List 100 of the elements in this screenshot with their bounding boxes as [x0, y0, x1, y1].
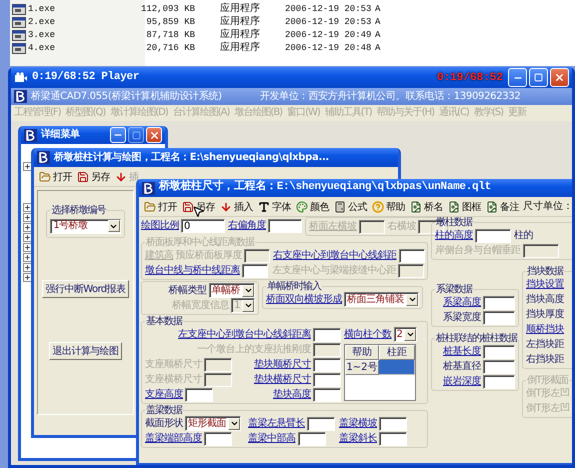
input-field[interactable]: [483, 360, 515, 374]
toolbar-button[interactable]: 图框: [447, 200, 482, 214]
input-field[interactable]: [313, 328, 341, 342]
input-field[interactable]: [298, 432, 326, 446]
input-field[interactable]: [379, 432, 407, 446]
field-link[interactable]: 嵌岩深度: [443, 376, 481, 388]
dropdown[interactable]: 矩形截面: [185, 416, 241, 431]
field-link[interactable]: 顺桥挡块: [526, 324, 564, 336]
field-link[interactable]: 桥面双向横坡形成: [266, 294, 342, 306]
field-link[interactable]: 左支座中心到墩台中心线斜距离: [178, 328, 311, 340]
toolbar-button[interactable]: 插入: [219, 200, 254, 214]
toolbar-button[interactable]: 字体: [257, 200, 292, 214]
caret-icon: [406, 294, 418, 306]
action-button[interactable]: 强行中断Word报表: [42, 280, 130, 298]
input-field[interactable]: [313, 342, 341, 356]
input-field[interactable]: [483, 374, 515, 388]
minimize-button[interactable]: [110, 127, 126, 143]
input-field[interactable]: [244, 248, 270, 262]
dropdown[interactable]: 桥面三角铺装: [344, 292, 419, 307]
input-field[interactable]: 0: [181, 219, 225, 233]
group-title: 基本数据: [145, 316, 183, 327]
input-field[interactable]: [307, 416, 335, 430]
toolbar-button[interactable]: 桥名: [409, 200, 444, 214]
field-link[interactable]: 盖梁左悬臂长: [248, 418, 305, 430]
input-field[interactable]: [483, 310, 515, 324]
input-field[interactable]: [398, 264, 424, 278]
toolbar-button[interactable]: 备注: [485, 200, 520, 214]
file-name[interactable]: 4.exe: [28, 43, 56, 54]
field-label: 左挡块距: [526, 338, 564, 350]
toolbar-button[interactable]: 公式: [333, 200, 368, 214]
file-size: 112,093 KB: [140, 4, 195, 15]
maximize-button[interactable]: [128, 127, 144, 143]
field-link[interactable]: 挡块设置: [526, 278, 564, 290]
column-header[interactable]: 柱距: [379, 345, 415, 360]
input-field[interactable]: [475, 228, 511, 242]
maximize-icon: [132, 130, 140, 140]
field-label: 岸侧台身与台帽垂距: [435, 244, 520, 256]
input-field[interactable]: [185, 388, 213, 402]
file-name[interactable]: 3.exe: [28, 30, 56, 41]
save-icon: [182, 200, 194, 212]
file-name[interactable]: 1.exe: [28, 4, 56, 15]
input-field[interactable]: [204, 372, 232, 386]
field-link[interactable]: 盖梁端部高度: [145, 432, 202, 444]
file-attribute: A: [375, 4, 382, 15]
field-label: 桥幅类型: [168, 284, 206, 296]
field-link[interactable]: 垫块横桥尺寸: [254, 374, 311, 386]
group-title: 桥面板厚和中心线距离数据: [145, 237, 255, 248]
input-field[interactable]: [522, 244, 558, 258]
field-link[interactable]: 桩基长度: [443, 346, 481, 358]
grid-cell[interactable]: [379, 360, 415, 375]
input-field[interactable]: [204, 358, 232, 372]
field-link[interactable]: 绘图比例: [141, 220, 179, 232]
field-link[interactable]: 盖梁横坡: [339, 418, 377, 430]
field-link[interactable]: 盖梁斜长: [339, 432, 377, 444]
close-button[interactable]: [550, 68, 569, 87]
window-title: 详细菜单: [41, 129, 80, 141]
field-link[interactable]: 右偏角度: [228, 220, 266, 232]
field-label: 支座横桥尺寸: [145, 374, 202, 386]
field-label: 倒T形左凹: [526, 388, 570, 400]
dropdown[interactable]: 单幅桥: [208, 283, 255, 298]
action-button[interactable]: 退出计算与绘图: [48, 342, 122, 360]
help-icon: [372, 200, 384, 212]
arrow-down-icon: [220, 200, 232, 212]
field-link[interactable]: 垫块顺桥尺寸: [254, 358, 311, 370]
input-field[interactable]: [483, 296, 515, 310]
field-link[interactable]: 垫块高度: [273, 388, 311, 400]
field-link[interactable]: 盖梁中部高: [248, 432, 296, 444]
group-title: 倒T形截面: [526, 375, 570, 386]
dropdown[interactable]: 2: [394, 327, 418, 342]
file-attribute: A: [375, 30, 382, 41]
field-link[interactable]: 系梁高度: [443, 296, 481, 308]
arrow-down-icon: [115, 170, 127, 182]
input-field[interactable]: [313, 372, 341, 386]
input-field[interactable]: [358, 220, 384, 234]
column-header[interactable]: 帮助: [345, 345, 379, 360]
dropdown[interactable]: 1号桥墩: [50, 218, 121, 234]
input-field[interactable]: [379, 416, 407, 430]
field-link[interactable]: 支座高度: [145, 388, 183, 400]
field-link[interactable]: 柱的高度: [435, 230, 473, 242]
input-field[interactable]: [398, 248, 424, 262]
toolbar-button[interactable]: 打开: [38, 170, 73, 184]
input-field[interactable]: [483, 344, 515, 358]
maximize-button[interactable]: [529, 68, 548, 87]
close-icon: [554, 72, 565, 83]
input-field[interactable]: [268, 219, 302, 233]
input-field[interactable]: [242, 264, 268, 278]
input-field[interactable]: [204, 432, 232, 446]
row-header[interactable]: 1~2号: [345, 360, 379, 375]
toolbar-button[interactable]: 另存: [76, 170, 111, 184]
field-label: 左支座中心与梁端接缝中心距: [272, 264, 396, 276]
input-field[interactable]: [313, 358, 341, 372]
close-button[interactable]: [146, 127, 162, 143]
field-label: 挡块厚度: [526, 308, 564, 320]
field-link[interactable]: 横向柱个数: [344, 328, 392, 340]
toolbar-button[interactable]: 帮助: [371, 200, 406, 214]
file-name[interactable]: 2.exe: [28, 17, 56, 28]
toolbar-button[interactable]: 颜色: [295, 200, 330, 214]
input-field[interactable]: [313, 388, 341, 402]
toolbar-button[interactable]: 打开: [143, 200, 178, 214]
minimize-button[interactable]: [508, 68, 527, 87]
